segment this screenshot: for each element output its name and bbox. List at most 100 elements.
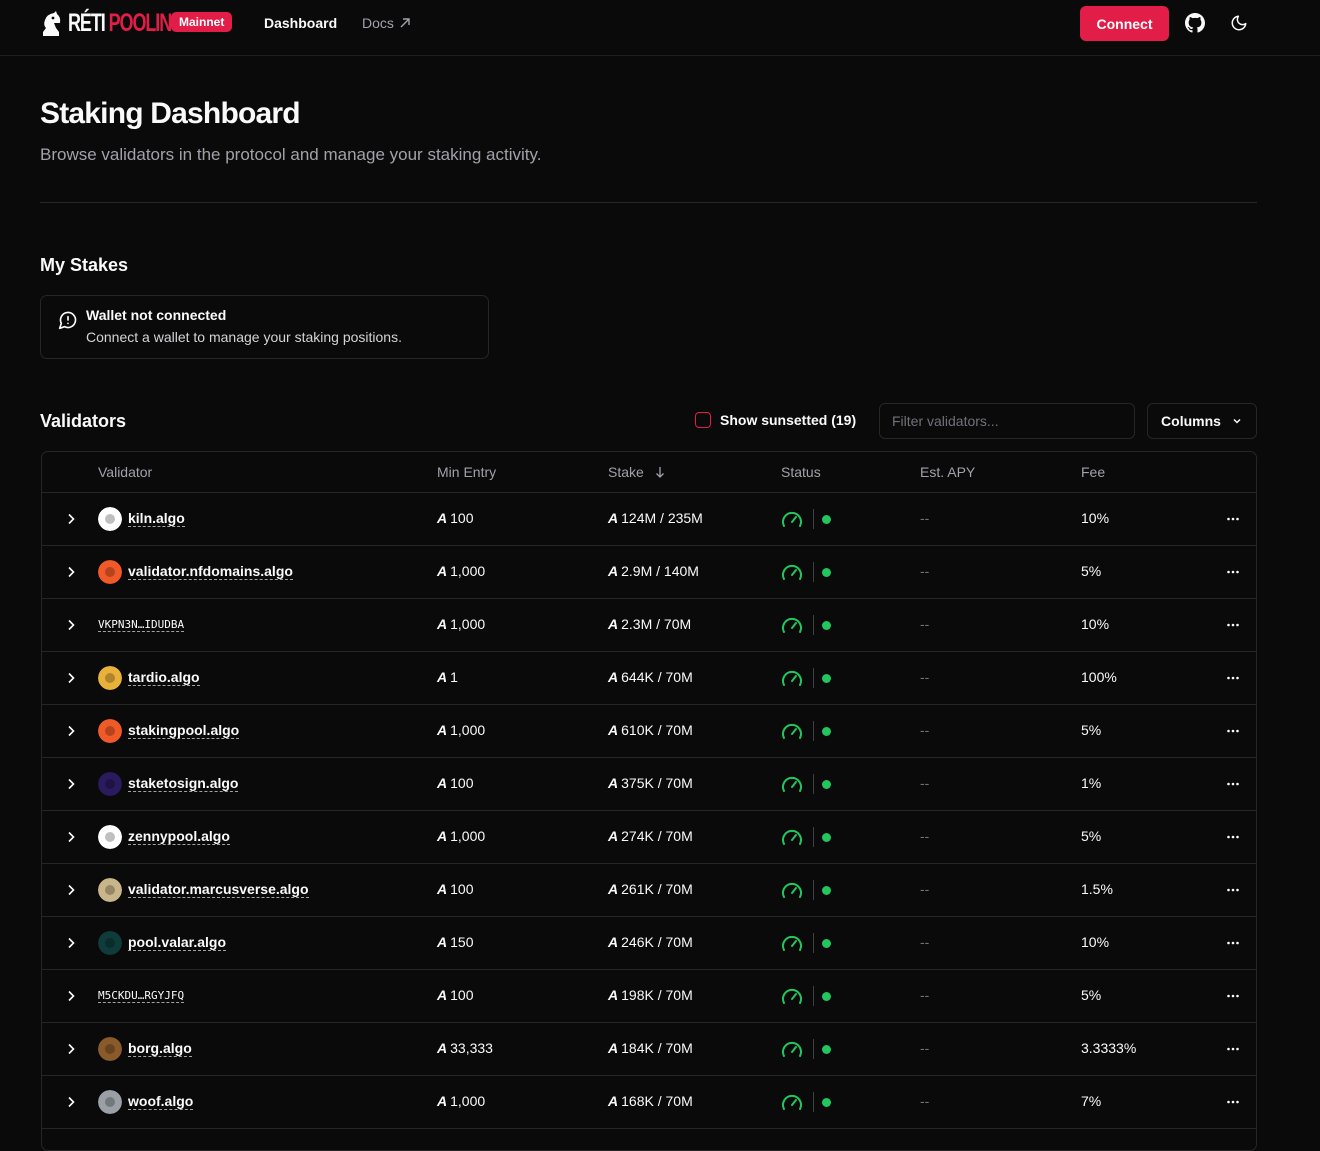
online-status-dot: [822, 568, 831, 577]
more-actions-icon[interactable]: [1225, 935, 1241, 951]
filter-validators-input[interactable]: [879, 403, 1135, 439]
table-body: kiln.algo A 100 A 124M / 235M -- 10% valid…: [42, 493, 1256, 1129]
validator-name-link[interactable]: validator.marcusverse.algo: [128, 881, 309, 898]
more-actions-icon[interactable]: [1225, 1094, 1241, 1110]
validator-row[interactable]: stakingpool.algo A 1,000 A 610K / 70M -- 5…: [42, 705, 1256, 758]
validator-name-link[interactable]: kiln.algo: [128, 510, 185, 527]
validator-name-link[interactable]: validator.nfdomains.algo: [128, 563, 293, 580]
theme-toggle-button[interactable]: [1228, 12, 1250, 34]
more-actions-icon[interactable]: [1225, 829, 1241, 845]
expand-row-chevron-icon[interactable]: [64, 565, 78, 579]
expand-row-chevron-icon[interactable]: [64, 777, 78, 791]
more-actions-icon[interactable]: [1225, 882, 1241, 898]
more-actions-icon[interactable]: [1225, 988, 1241, 1004]
algo-symbol-icon: A: [437, 722, 448, 738]
validator-row[interactable]: zennypool.algo A 1,000 A 274K / 70M -- 5%: [42, 811, 1256, 864]
show-sunsetted-toggle[interactable]: Show sunsetted (19): [695, 412, 856, 428]
expand-row-chevron-icon[interactable]: [64, 883, 78, 897]
min-entry-value: 1,000: [450, 616, 486, 632]
validator-avatar: [98, 772, 122, 796]
more-actions-icon[interactable]: [1225, 670, 1241, 686]
min-entry-cell: A 1,000: [437, 722, 485, 738]
more-actions-icon[interactable]: [1225, 1041, 1241, 1057]
validator-name-link[interactable]: stakingpool.algo: [128, 722, 240, 739]
col-header-min-entry[interactable]: Min Entry: [437, 464, 496, 480]
validator-row[interactable]: M5CKDU…RGYJFQ A 100 A 198K / 70M -- 5%: [42, 970, 1256, 1023]
validator-name-link[interactable]: staketosign.algo: [128, 775, 239, 792]
reti-pooling-logo[interactable]: RÉTI POOLING: [40, 9, 185, 38]
algo-symbol-icon: A: [608, 722, 619, 738]
col-header-status[interactable]: Status: [781, 464, 821, 480]
validator-row[interactable]: woof.algo A 1,000 A 168K / 70M -- 7%: [42, 1076, 1256, 1129]
expand-row-chevron-icon[interactable]: [64, 936, 78, 950]
col-header-stake[interactable]: Stake: [608, 464, 666, 480]
fee-cell: 10%: [1081, 616, 1110, 632]
stake-cell: A 198K / 70M: [608, 987, 693, 1003]
min-entry-cell: A 1,000: [437, 563, 485, 579]
est-apy-cell: --: [920, 510, 930, 526]
status-separator: [813, 827, 814, 847]
min-entry-cell: A 100: [437, 881, 473, 897]
expand-row-chevron-icon[interactable]: [64, 512, 78, 526]
validator-address-link[interactable]: M5CKDU…RGYJFQ: [98, 989, 185, 1003]
est-apy-cell: --: [920, 722, 930, 738]
validator-row[interactable]: borg.algo A 33,333 A 184K / 70M -- 3.3333%: [42, 1023, 1256, 1076]
algo-symbol-icon: A: [608, 881, 619, 897]
min-entry-cell: A 1,000: [437, 616, 485, 632]
validator-name-link[interactable]: zennypool.algo: [128, 828, 230, 845]
validator-name-link[interactable]: woof.algo: [128, 1093, 194, 1110]
fee-cell: 10%: [1081, 934, 1110, 950]
expand-row-chevron-icon[interactable]: [64, 830, 78, 844]
expand-row-chevron-icon[interactable]: [64, 989, 78, 1003]
validator-row[interactable]: validator.nfdomains.algo A 1,000 A 2.9M / …: [42, 546, 1256, 599]
alert-title: Wallet not connected: [86, 307, 227, 323]
online-status-dot: [822, 515, 831, 524]
status-separator: [813, 562, 814, 582]
validator-name-link[interactable]: borg.algo: [128, 1040, 192, 1057]
validator-row[interactable]: VKPN3N…IDUDBA A 1,000 A 2.3M / 70M -- 10%: [42, 599, 1256, 652]
expand-row-chevron-icon[interactable]: [64, 1095, 78, 1109]
github-link-button[interactable]: [1184, 12, 1206, 34]
more-actions-icon[interactable]: [1225, 723, 1241, 739]
est-apy-cell: --: [920, 1040, 930, 1056]
expand-row-chevron-icon[interactable]: [64, 618, 78, 632]
connect-wallet-button[interactable]: Connect: [1080, 6, 1169, 41]
nav-dashboard-link[interactable]: Dashboard: [264, 15, 337, 31]
col-header-validator[interactable]: Validator: [98, 464, 152, 480]
col-header-fee[interactable]: Fee: [1081, 464, 1105, 480]
more-actions-icon[interactable]: [1225, 776, 1241, 792]
github-icon: [1185, 13, 1205, 33]
stake-cell: A 610K / 70M: [608, 722, 693, 738]
more-actions-icon[interactable]: [1225, 564, 1241, 580]
status-separator: [813, 986, 814, 1006]
col-header-est-apy[interactable]: Est. APY: [920, 464, 975, 480]
validator-row[interactable]: pool.valar.algo A 150 A 246K / 70M -- 10%: [42, 917, 1256, 970]
algo-symbol-icon: A: [437, 1093, 448, 1109]
more-actions-icon[interactable]: [1225, 511, 1241, 527]
gauge-status-icon: [782, 935, 802, 951]
validator-row[interactable]: staketosign.algo A 100 A 375K / 70M -- 1%: [42, 758, 1256, 811]
status-separator: [813, 774, 814, 794]
validator-row[interactable]: validator.marcusverse.algo A 100 A 261K / …: [42, 864, 1256, 917]
algo-symbol-icon: A: [608, 934, 619, 950]
validator-row[interactable]: tardio.algo A1 A 644K / 70M -- 100%: [42, 652, 1256, 705]
validator-name-link[interactable]: tardio.algo: [128, 669, 200, 686]
show-sunsetted-checkbox[interactable]: [695, 412, 711, 428]
validator-address-link[interactable]: VKPN3N…IDUDBA: [98, 618, 185, 632]
algo-symbol-icon: A: [608, 616, 619, 632]
validator-row[interactable]: kiln.algo A 100 A 124M / 235M -- 10%: [42, 493, 1256, 546]
network-badge[interactable]: Mainnet: [171, 12, 233, 32]
algo-symbol-icon: A: [608, 669, 619, 685]
online-status-dot: [822, 621, 831, 630]
columns-dropdown-button[interactable]: Columns: [1147, 403, 1257, 439]
nav-docs-link[interactable]: Docs: [362, 15, 412, 31]
stake-value: 644K / 70M: [621, 669, 693, 685]
fee-cell: 1.5%: [1081, 881, 1113, 897]
expand-row-chevron-icon[interactable]: [64, 724, 78, 738]
min-entry-value: 150: [450, 934, 474, 950]
expand-row-chevron-icon[interactable]: [64, 671, 78, 685]
validator-name-link[interactable]: pool.valar.algo: [128, 934, 227, 951]
stake-value: 274K / 70M: [621, 828, 693, 844]
expand-row-chevron-icon[interactable]: [64, 1042, 78, 1056]
more-actions-icon[interactable]: [1225, 617, 1241, 633]
